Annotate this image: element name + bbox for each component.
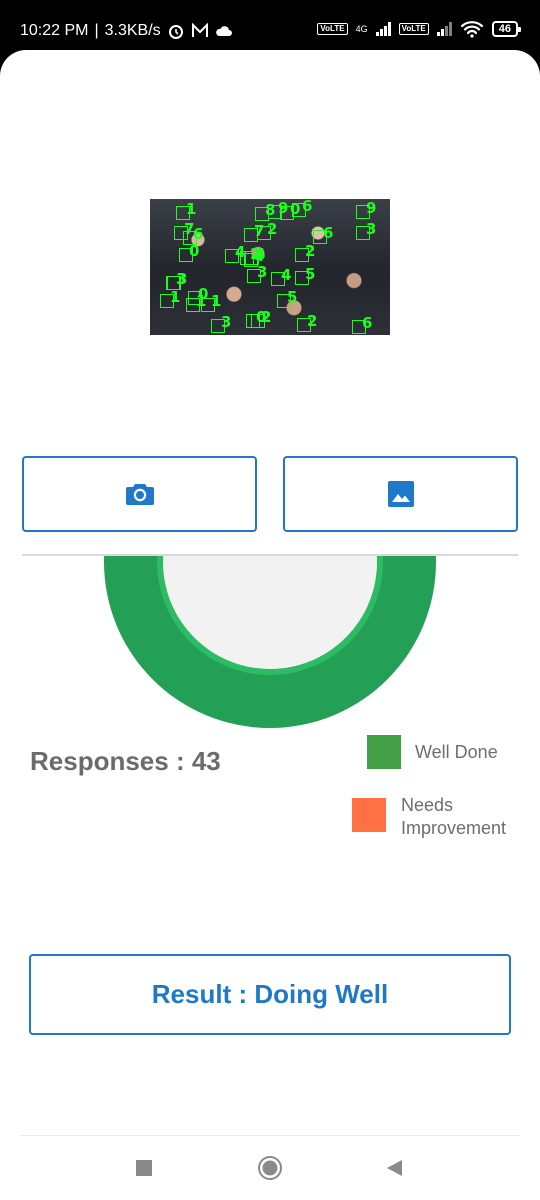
face-label: 9 (366, 199, 377, 217)
status-left: 10:22 PM | 3.3KB/s (20, 22, 233, 40)
face-label: 1 (211, 292, 222, 310)
face-label: 4 (281, 266, 292, 284)
face-label: 3 (177, 270, 188, 288)
face-label: 6 (193, 225, 204, 243)
signal-icon (375, 22, 391, 36)
face-label: 2 (305, 242, 316, 260)
signal-icon-2 (436, 22, 452, 36)
home-button[interactable] (250, 1150, 290, 1186)
back-button[interactable] (374, 1150, 414, 1186)
back-triangle-icon (387, 1160, 402, 1176)
wifi-icon (460, 21, 483, 38)
clock: 10:22 PM (20, 22, 89, 39)
face-label: 6 (302, 199, 313, 215)
battery-icon: 46 (491, 21, 522, 37)
face-label: 2 (267, 220, 278, 238)
face-label: 3 (366, 220, 377, 238)
network-type: 4G (355, 24, 368, 34)
legend-swatch-well-done (367, 735, 401, 769)
legend-swatch-needs-improvement (352, 798, 386, 832)
image-icon (387, 481, 414, 507)
face-label: 3 (221, 313, 232, 331)
face-label: 4 (254, 247, 265, 265)
face-label: 0 (189, 242, 200, 260)
nav-divider (20, 1135, 520, 1136)
legend-label-needs-improvement: Needs Improvement (401, 795, 507, 838)
responses-count: Responses : 43 (30, 746, 221, 776)
square-icon (136, 1160, 152, 1176)
face-label: 1 (186, 200, 197, 218)
legend-label-well-done: Well Done (415, 742, 498, 762)
app-screen: 874353622406132510964312060312974 Respon… (0, 50, 540, 1200)
alarm-icon (168, 25, 183, 39)
face-label: 7 (254, 222, 265, 240)
gallery-button[interactable] (283, 456, 518, 532)
camera-button[interactable] (22, 456, 257, 532)
crowd-photo: 874353622406132510964312060312974 (150, 199, 390, 335)
cloud-icon (215, 26, 232, 36)
volte-badge-2: VoLTE (398, 23, 429, 35)
face-label: 3 (257, 263, 268, 281)
face-label: 5 (305, 265, 316, 283)
face-label: 6 (362, 314, 373, 332)
face-label: 6 (323, 224, 334, 242)
face-label: 5 (287, 288, 298, 306)
recents-button[interactable] (124, 1150, 164, 1186)
face-label: 2 (307, 312, 318, 330)
network-speed: 3.3KB/s (104, 22, 161, 39)
donut-svg (104, 556, 436, 728)
home-circle-icon (258, 1156, 282, 1180)
face-label: 0 (290, 200, 301, 218)
responses-donut-chart (104, 556, 436, 728)
result-button[interactable]: Result : Doing Well (29, 954, 511, 1035)
mail-icon (191, 23, 208, 37)
volte-badge: VoLTE (317, 23, 348, 35)
status-bar: 10:22 PM | 3.3KB/s VoLTE 4G VoLTE 46 (0, 0, 540, 54)
status-right: VoLTE 4G VoLTE 46 (317, 20, 522, 38)
face-label: 1 (170, 288, 181, 306)
face-label: 2 (261, 308, 272, 326)
camera-icon (125, 484, 154, 505)
